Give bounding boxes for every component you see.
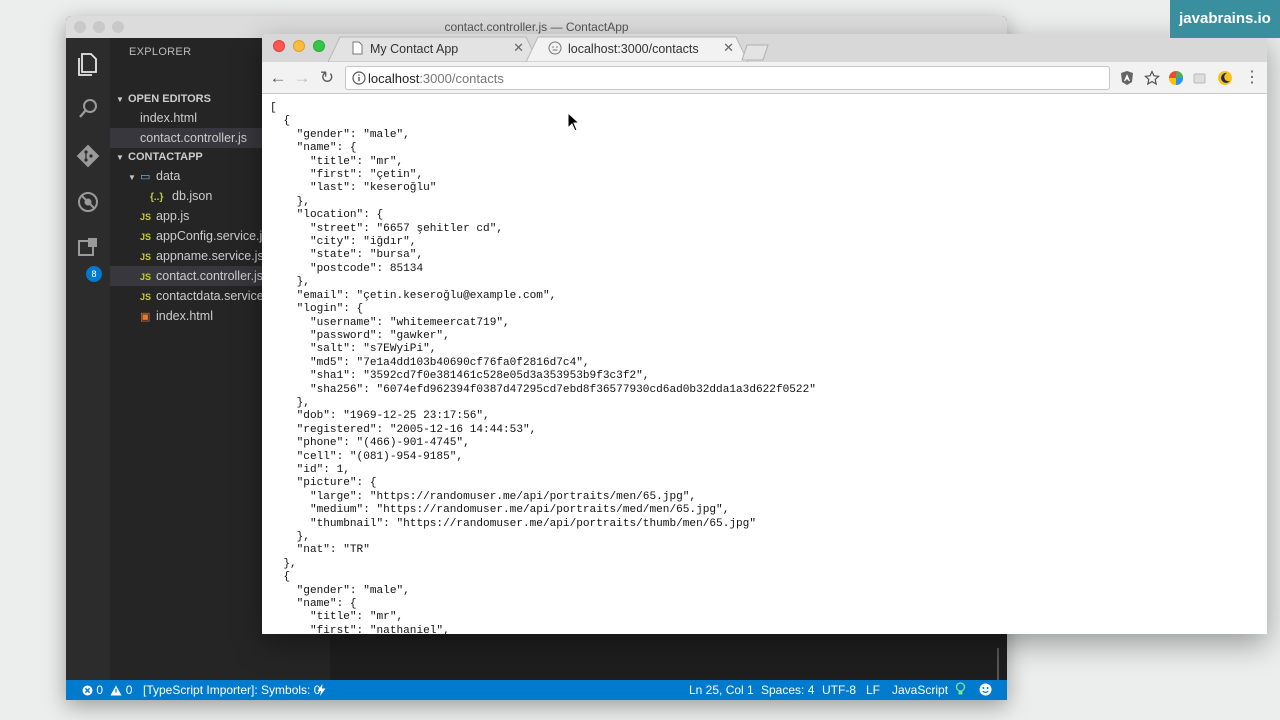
status-bar: 0 0 [TypeScript Importer]: Symbols: 0 Ln… bbox=[66, 680, 1007, 700]
lightning-icon[interactable] bbox=[317, 680, 326, 700]
language-mode-status[interactable]: JavaScript bbox=[892, 680, 948, 700]
js-file-icon: JS bbox=[140, 292, 152, 302]
close-tab-icon[interactable]: ✕ bbox=[513, 40, 524, 56]
source-control-git-icon[interactable] bbox=[74, 142, 102, 170]
tab-my-contact-app[interactable]: My Contact App ✕ bbox=[328, 36, 538, 62]
indentation-status[interactable]: Spaces: 4 bbox=[761, 680, 814, 700]
forward-arrow-icon[interactable]: → bbox=[292, 68, 312, 88]
mouse-pointer-icon bbox=[567, 112, 581, 132]
feedback-smiley-icon[interactable] bbox=[979, 680, 992, 700]
new-tab-button[interactable] bbox=[738, 36, 772, 62]
js-file-icon: JS bbox=[140, 252, 152, 262]
chevron-down-icon: ▼ bbox=[116, 95, 124, 104]
json-file-icon: {..} bbox=[150, 192, 164, 203]
bookmark-star-icon[interactable] bbox=[1144, 70, 1160, 86]
activity-bar: 8 bbox=[66, 38, 110, 680]
search-icon[interactable] bbox=[74, 95, 102, 123]
eol-status[interactable]: LF bbox=[866, 680, 880, 700]
cursor-position-status[interactable]: Ln 25, Col 1 bbox=[689, 680, 754, 700]
open-editors-header[interactable]: ▼ OPEN EDITORS bbox=[116, 90, 211, 108]
javabrains-watermark: javabrains.io bbox=[1170, 0, 1280, 38]
folder-icon: ▭ bbox=[140, 171, 151, 183]
browser-toolbar: ← → ↻ localhost:3000/contacts ⋮ bbox=[262, 62, 1267, 94]
color-wheel-extension-icon[interactable] bbox=[1168, 70, 1184, 86]
html5-file-icon: ▣ bbox=[140, 311, 151, 323]
typescript-importer-status[interactable]: [TypeScript Importer]: Symbols: 0 bbox=[143, 680, 320, 700]
explorer-title: EXPLORER bbox=[129, 46, 192, 58]
angular-shield-icon[interactable] bbox=[1119, 70, 1135, 86]
moon-extension-icon[interactable] bbox=[1217, 70, 1233, 86]
json-text: [ { "gender": "male", "name": { "title":… bbox=[270, 102, 816, 634]
info-icon[interactable] bbox=[352, 71, 366, 85]
encoding-status[interactable]: UTF-8 bbox=[822, 680, 856, 700]
address-bar[interactable]: localhost:3000/contacts bbox=[345, 66, 1110, 90]
js-file-icon: JS bbox=[140, 272, 152, 282]
page-icon bbox=[352, 41, 363, 55]
chevron-down-icon: ▼ bbox=[128, 173, 136, 182]
error-icon bbox=[82, 685, 93, 696]
url-text[interactable]: localhost:3000/contacts bbox=[368, 71, 504, 86]
js-file-icon: JS bbox=[140, 212, 152, 222]
chrome-menu-icon[interactable]: ⋮ bbox=[1242, 68, 1262, 88]
extension-puzzle-icon[interactable] bbox=[1192, 70, 1208, 86]
chevron-down-icon: ▼ bbox=[116, 153, 124, 162]
loading-face-icon bbox=[548, 41, 562, 55]
explorer-files-icon[interactable] bbox=[74, 50, 102, 78]
json-response-page: [ { "gender": "male", "name": { "title":… bbox=[262, 94, 1267, 634]
back-arrow-icon[interactable]: ← bbox=[268, 68, 288, 88]
minimize-window-button[interactable] bbox=[293, 40, 305, 52]
close-window-button[interactable] bbox=[273, 40, 285, 52]
js-file-icon: JS bbox=[140, 232, 152, 242]
zoom-window-button[interactable] bbox=[313, 40, 325, 52]
problems-status[interactable]: 0 0 bbox=[82, 680, 132, 700]
warning-icon bbox=[110, 685, 122, 696]
lightbulb-icon[interactable] bbox=[955, 680, 966, 700]
debug-icon[interactable] bbox=[74, 188, 102, 216]
extensions-icon[interactable] bbox=[74, 234, 102, 262]
project-header[interactable]: ▼ CONTACTAPP bbox=[116, 148, 203, 166]
close-tab-icon[interactable]: ✕ bbox=[723, 40, 734, 56]
tab-localhost-contacts[interactable]: localhost:3000/contacts ✕ bbox=[526, 36, 748, 62]
reload-icon[interactable]: ↻ bbox=[317, 68, 337, 88]
tab-strip: My Contact App ✕ localhost:3000/contacts… bbox=[262, 34, 1267, 62]
chrome-window: My Contact App ✕ localhost:3000/contacts… bbox=[262, 34, 1267, 634]
extensions-badge: 8 bbox=[86, 266, 102, 282]
